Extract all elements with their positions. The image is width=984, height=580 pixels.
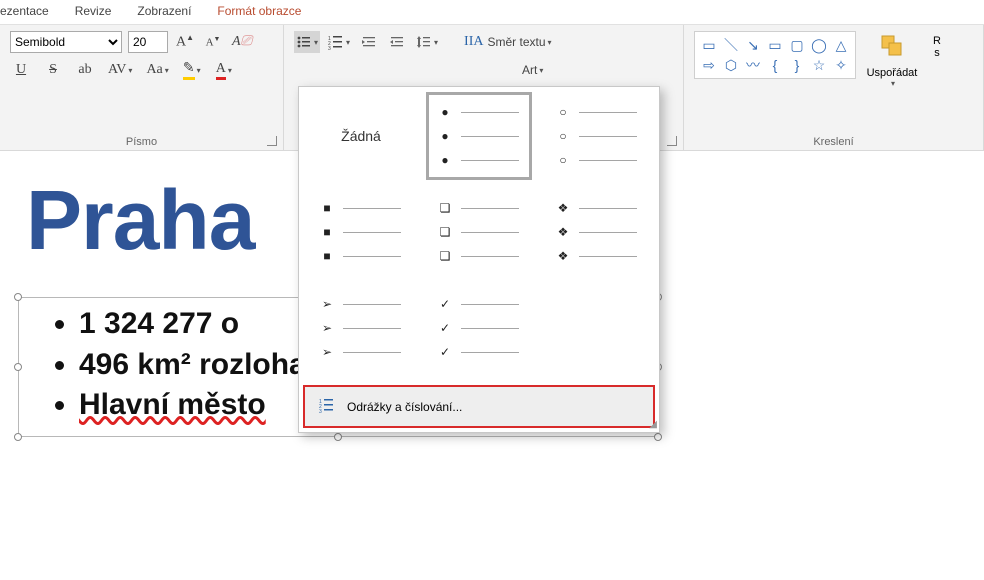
shape-curve-icon[interactable]: 〰 [743,56,763,74]
line-spacing-button[interactable]: ▾ [414,31,440,53]
resize-handle-icon[interactable] [654,433,662,441]
indent-icon [389,34,405,50]
resize-grip-icon[interactable]: ◢ [649,419,657,430]
bullet-option-none[interactable]: Žádná [313,97,409,175]
bullet-option-disc[interactable]: ● ● ● [431,97,527,175]
shape-roundrect-icon[interactable]: ▢ [787,36,807,54]
tab-picture-format[interactable]: Formát obrazce [217,4,301,18]
outdent-icon [361,34,377,50]
arrange-icon [879,33,905,65]
shape-oval-icon[interactable]: ◯ [809,36,829,54]
bullet-option-square[interactable]: ■ ■ ■ [313,193,409,271]
bullet-list-icon [296,34,312,50]
text-direction-button[interactable]: IIA Směr textu ▾ [462,31,553,53]
font-family-select[interactable]: Semibold [10,31,122,53]
numbering-button[interactable]: 123 ▾ [326,31,352,53]
group-label-drawing: Kreslení [694,132,973,148]
bullets-button[interactable]: ▾ [294,31,320,53]
increase-font-button[interactable]: A▲ [174,31,196,53]
shape-triangle-icon[interactable]: △ [831,36,851,54]
font-dialog-launcher-icon[interactable] [267,136,277,146]
bullets-more-button[interactable]: 123 Odrážky a číslování... [303,385,655,428]
clear-formatting-button[interactable]: A⎚ [230,31,254,53]
tab-review[interactable]: Revize [75,4,112,18]
font-color-button[interactable]: A▾ [213,59,235,81]
shape-styles-button-fragment[interactable]: R s [928,31,946,59]
number-list-icon: 123 [328,34,344,50]
subscript-button[interactable]: ab [74,59,96,81]
increase-indent-button[interactable] [386,31,408,53]
resize-handle-icon[interactable] [14,433,22,441]
numbered-list-icon: 123 [319,397,335,416]
highlight-button[interactable]: ✎▾ [181,59,203,81]
shape-callout-icon[interactable]: ✧ [831,56,851,74]
shape-hex-icon[interactable]: ⬡ [721,56,741,74]
bullet-option-arrow[interactable]: ➢ ➢ ➢ [313,289,409,367]
bullet-option-diamond4[interactable]: ❖ ❖ ❖ [549,193,645,271]
svg-text:3: 3 [328,46,331,50]
shape-arrow-line-icon[interactable]: ↘ [743,36,763,54]
resize-handle-icon[interactable] [14,363,22,371]
shape-brace-r-icon[interactable]: } [787,56,807,74]
group-font: Semibold A▲ A▼ A⎚ U S ab AV▾ Aa▾ ✎▾ A▾ P… [0,25,284,150]
arrange-button[interactable]: Uspořádat ▾ [862,31,922,88]
bullet-option-box[interactable]: ❏ ❏ ❏ [431,193,527,271]
shape-textbox-icon[interactable]: ▭ [699,36,719,54]
shape-brace-l-icon[interactable]: { [765,56,785,74]
svg-text:3: 3 [319,409,322,413]
shape-line-icon[interactable]: ＼ [721,36,741,54]
shape-rect-icon[interactable]: ▭ [765,36,785,54]
resize-handle-icon[interactable] [14,293,22,301]
bullets-more-label: Odrážky a číslování... [347,400,462,414]
bullet-option-check[interactable]: ✓ ✓ ✓ [431,289,527,367]
font-size-input[interactable] [128,31,168,53]
group-label-font: Písmo [10,132,273,148]
group-drawing: ▭ ＼ ↘ ▭ ▢ ◯ △ ⇨ ⬡ 〰 { } ☆ ✧ Uspořádat [684,25,984,150]
change-case-button[interactable]: Aa▾ [144,59,170,81]
ribbon-tabs: ezentace Revize Zobrazení Formát obrazce [0,0,984,25]
shapes-gallery[interactable]: ▭ ＼ ↘ ▭ ▢ ◯ △ ⇨ ⬡ 〰 { } ☆ ✧ [694,31,856,79]
underline-button[interactable]: U [10,59,32,81]
decrease-indent-button[interactable] [358,31,380,53]
character-spacing-button[interactable]: AV▾ [106,59,134,81]
shape-arrow-block-icon[interactable]: ⇨ [699,56,719,74]
wordart-button[interactable]: Art▾ [520,59,545,81]
bullet-option-circle[interactable]: ○ ○ ○ [549,97,645,175]
strikethrough-button[interactable]: S [42,59,64,81]
decrease-font-button[interactable]: A▼ [202,31,224,53]
tab-view[interactable]: Zobrazení [137,4,191,18]
resize-handle-icon[interactable] [334,433,342,441]
tab-presentation[interactable]: ezentace [0,4,49,18]
paragraph-dialog-launcher-icon[interactable] [667,136,677,146]
shape-star-icon[interactable]: ☆ [809,56,829,74]
bullets-dropdown: Žádná ● ● ● ○ ○ ○ ■ ■ ■ ❏ ❏ [298,86,660,433]
line-spacing-icon [416,34,432,50]
